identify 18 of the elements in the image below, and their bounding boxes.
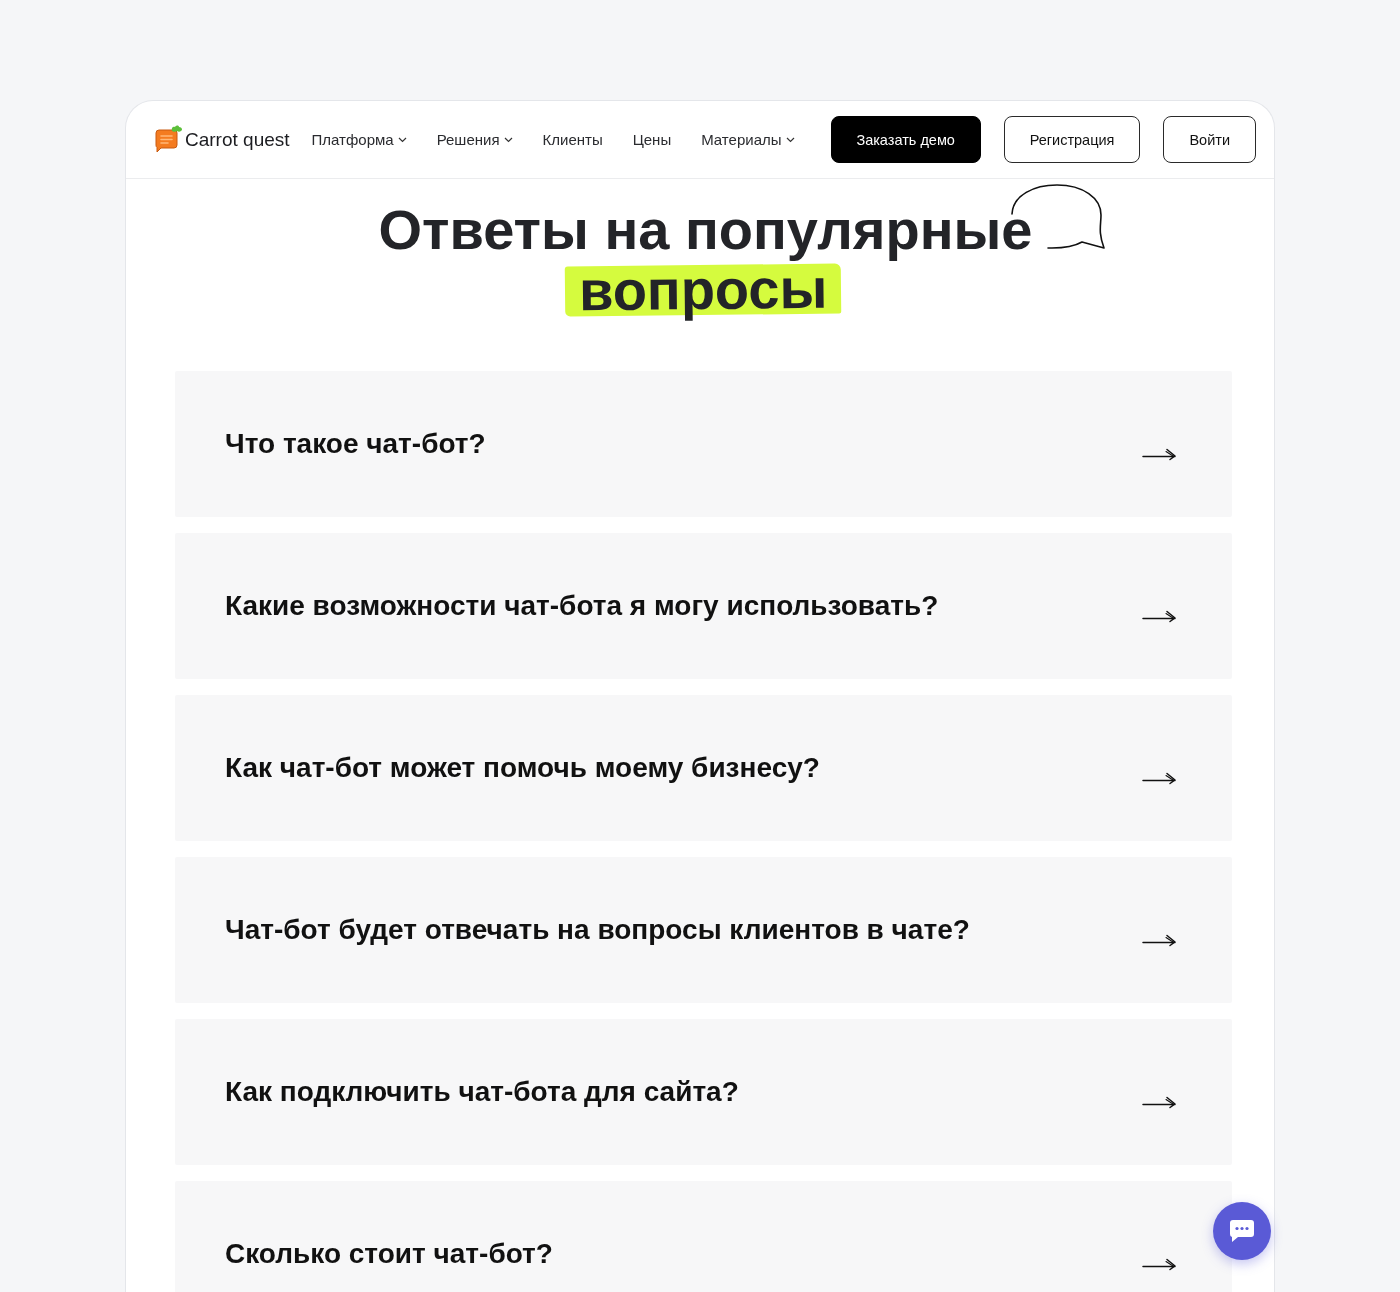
demo-button[interactable]: Заказать демо bbox=[830, 116, 981, 163]
faq-question[interactable]: Как чат-бот может помочь моему бизнесу? bbox=[175, 695, 1232, 841]
signup-button[interactable]: Регистрация bbox=[1003, 116, 1141, 163]
nav-link[interactable]: Материалы bbox=[701, 131, 795, 148]
faq-question[interactable]: Что такое чат-бот? bbox=[175, 371, 1232, 517]
nav-link[interactable]: Клиенты bbox=[542, 131, 603, 148]
logo-icon bbox=[153, 124, 183, 155]
nav-link[interactable]: Решения bbox=[436, 131, 513, 148]
logo-link[interactable]: Carrot quest bbox=[153, 124, 290, 155]
chat-bubble-icon bbox=[1229, 1219, 1255, 1243]
faq-question[interactable]: Чат-бот будет отвечать на вопросы клиентов в чате? bbox=[175, 857, 1232, 1003]
nav-link[interactable]: Цены bbox=[632, 131, 672, 148]
faq-title: Ответы на популярные bbox=[377, 201, 1033, 259]
faq-question[interactable]: Как подключить чат-бота для сайта? bbox=[175, 1019, 1232, 1165]
faq-question[interactable]: Какие возможности чат-бота я могу использовать? bbox=[175, 533, 1232, 679]
nav-link[interactable]: Платформа bbox=[311, 131, 407, 148]
login-button[interactable]: Войти bbox=[1163, 116, 1256, 163]
faq-question[interactable]: Сколько стоит чат-бот? bbox=[175, 1181, 1232, 1292]
